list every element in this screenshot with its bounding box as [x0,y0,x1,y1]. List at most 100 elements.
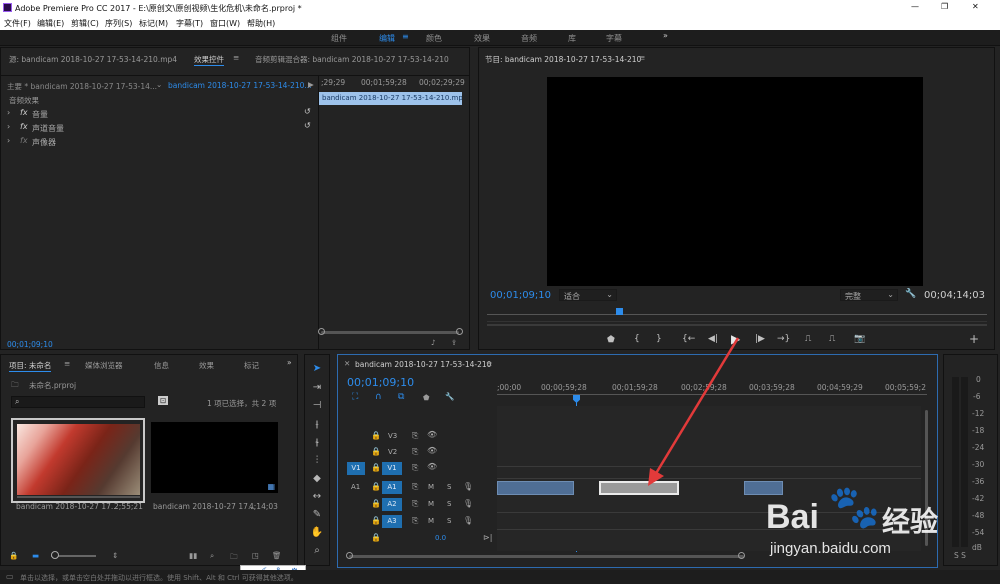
scroll-handle[interactable] [738,552,745,559]
lock-icon[interactable]: 🔒 [371,447,381,456]
chevron-right-icon[interactable]: › [7,108,10,117]
zoom-tool-icon[interactable]: ⌕ [309,545,325,556]
mute-button[interactable]: M [428,500,434,508]
rate-stretch-tool-icon[interactable]: ⫳ [309,437,325,448]
tab-source[interactable]: 源: bandicam 2018-10-27 17-53-14-210.mp4 [9,54,177,65]
master-volume[interactable]: 0.0 [435,534,446,542]
microphone-icon[interactable]: 🎙 [463,482,473,491]
tab-project[interactable]: 项目: 未命名 [9,360,52,372]
close-button[interactable]: ✕ [972,2,979,11]
ec-timecode[interactable]: 00;01;09;10 [7,340,53,349]
sequence-clip-label[interactable]: bandicam 2018-10-27 17-53-14-210... [168,81,312,90]
ws-audio[interactable]: 音频 [521,33,537,44]
eye-icon[interactable]: 👁 [427,430,437,439]
reset-icon[interactable]: ↺ [304,121,311,130]
quality-dropdown[interactable]: 完整 ⌄ [840,289,898,301]
add-button-icon[interactable]: + [969,332,979,346]
export-icon[interactable]: ⇪ [451,338,457,347]
source-patch-v1[interactable]: V1 [347,462,365,475]
timeline-timecode[interactable]: 00;01;09;10 [347,376,414,389]
add-marker-icon[interactable]: ⬟ [423,393,430,402]
lock-icon[interactable]: 🔒 [371,516,381,525]
fx-icon[interactable]: fx [20,108,28,117]
menu-marker[interactable]: 标记(M) [139,18,168,29]
snap-icon[interactable]: ∩ [375,392,382,402]
tab-audio-mixer[interactable]: 音频剪辑混合器: bandicam 2018-10-27 17-53-14-21… [255,54,449,65]
go-to-out-icon[interactable]: →} [777,334,790,344]
track-target-v1[interactable]: V1 [382,462,402,475]
project-item[interactable]: ▦ [151,422,278,493]
scroll-handle[interactable] [318,328,325,335]
wrench-icon[interactable]: 🔧 [905,289,916,299]
tab-markers[interactable]: 标记 [244,360,259,371]
razor-tool-icon[interactable]: ⫶ [309,455,325,466]
search-input[interactable]: ⌕ [11,396,145,408]
trash-icon[interactable]: 🗑 [272,551,282,560]
selection-tool-icon[interactable]: ➤ [309,363,325,374]
marker-icon[interactable]: ⬟ [607,335,615,345]
ws-libraries[interactable]: 库 [568,33,576,44]
play-clip-audio-icon[interactable]: ▶ [308,80,314,89]
camera-icon[interactable]: 📷 [854,334,865,344]
program-tab[interactable]: 节目: bandicam 2018-10-27 17-53-14-210 [485,54,641,65]
program-scrubber[interactable] [487,314,987,322]
sequence-tab[interactable]: bandicam 2018-10-27 17-53-14-210 [355,360,491,369]
sync-lock-icon[interactable]: ⎘ [412,463,418,473]
reset-icon[interactable]: ↺ [304,107,311,116]
effect-row[interactable]: › fx 音量 ↺ [7,107,317,120]
panel-menu-icon[interactable]: ≡ [233,53,239,62]
track-target-a2[interactable]: A2 [382,498,402,511]
tab-effects[interactable]: 效果 [199,360,214,371]
eye-icon[interactable]: 👁 [427,462,437,471]
ws-editing[interactable]: 编辑 [379,33,395,44]
ws-titles[interactable]: 字幕 [606,33,622,44]
tab-info[interactable]: 信息 [154,360,169,371]
fit-dropdown[interactable]: 适合 ⌄ [559,289,617,301]
track-target-a3[interactable]: A3 [382,515,402,528]
linked-selection-icon[interactable]: ⧉ [398,392,404,402]
source-patch-a1[interactable]: A1 [351,483,360,491]
list-view-icon[interactable]: ▬ [32,551,39,560]
more-tabs-icon[interactable]: » [287,358,292,367]
find-icon[interactable]: ⌕ [210,551,214,561]
slide-tool-icon[interactable]: ↔ [309,491,325,502]
timeline-settings-icon[interactable]: 🔧 [445,392,454,401]
close-sequence-icon[interactable]: ✕ [344,359,350,368]
zoom-handle[interactable] [51,551,59,559]
ec-clip-bar[interactable]: bandicam 2018-10-27 17-53-14-210.mp4 [319,92,462,105]
solo-button[interactable]: S [447,500,451,508]
chevron-right-icon[interactable]: › [7,136,10,145]
tab-media-browser[interactable]: 媒体浏览器 [85,360,123,371]
ws-effects[interactable]: 效果 [474,33,490,44]
eye-icon[interactable]: 👁 [427,446,437,455]
more-workspaces-icon[interactable]: » [663,31,668,40]
new-bin-icon[interactable]: 🗀 [230,551,238,564]
slip-tool-icon[interactable]: ◆ [309,473,325,484]
hand-tool-icon[interactable]: ✋ [309,527,325,538]
solo-button[interactable]: S [447,517,451,525]
program-timecode[interactable]: 00;01;09;10 [490,290,551,301]
rolling-edit-tool-icon[interactable]: ⫲ [309,419,325,430]
ec-scrollbar[interactable] [321,331,459,334]
video-viewer[interactable] [547,77,923,286]
menu-window[interactable]: 窗口(W) [210,18,240,29]
scroll-handle[interactable] [456,328,463,335]
chevron-right-icon[interactable]: › [7,122,10,131]
scroll-handle[interactable] [346,552,353,559]
lock-icon[interactable]: 🔒 [371,463,381,472]
effect-row[interactable]: › fx 声道音量 ↺ [7,121,317,134]
go-to-end-icon[interactable]: ⊳| [483,533,492,542]
menu-clip[interactable]: 剪辑(C) [71,18,99,29]
project-item[interactable] [11,418,145,503]
microphone-icon[interactable]: 🎙 [463,516,473,525]
new-bin-from-search-icon[interactable]: ⊡ [158,396,169,405]
new-item-icon[interactable]: ◳ [252,551,259,560]
audio-filter-icon[interactable]: ♪ [431,338,436,347]
program-zoom-bar[interactable] [487,324,987,326]
sync-lock-icon[interactable]: ⎘ [412,431,418,441]
pen-tool-icon[interactable]: ✎ [309,509,325,520]
mute-button[interactable]: M [428,517,434,525]
mute-button[interactable]: M [428,483,434,491]
panel-menu-icon[interactable]: ≡ [64,359,70,368]
sync-lock-icon[interactable]: ⎘ [412,499,418,509]
